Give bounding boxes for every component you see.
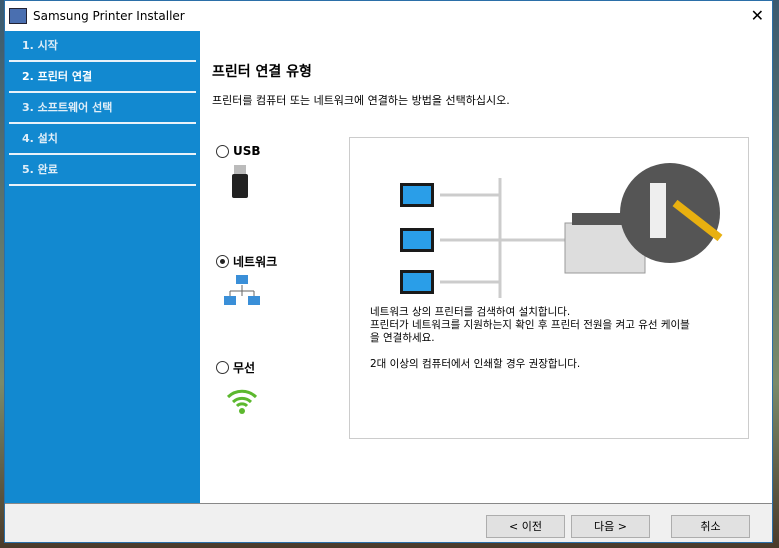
step-software: 3. 소프트웨어 선택	[9, 93, 196, 124]
main-content: 프린터 연결 유형 프린터를 컴퓨터 또는 네트워크에 연결하는 방법을 선택하…	[200, 31, 772, 503]
step-connection: 2. 프린터 연결	[9, 62, 196, 93]
option-network[interactable]: 네트워크	[216, 253, 277, 270]
panel-line: 을 연결하세요.	[370, 332, 435, 344]
wireless-icon	[226, 389, 258, 414]
title-bar: Samsung Printer Installer ✕	[5, 1, 772, 31]
step-install: 4. 설치	[9, 124, 196, 155]
steps-sidebar: 1. 시작 2. 프린터 연결 3. 소프트웨어 선택 4. 설치 5. 완료	[5, 31, 200, 503]
panel-line: 프린터가 네트워크를 지원하는지 확인 후 프린터 전원을 켜고 유선 케이블	[370, 319, 690, 331]
app-icon	[9, 8, 27, 24]
option-label: 무선	[233, 361, 256, 375]
cancel-button[interactable]: 취소	[671, 515, 750, 538]
panel-text: 네트워크 상의 프린터를 검색하여 설치합니다. 프린터가 네트워크를 지원하는…	[370, 306, 690, 371]
next-button[interactable]: 다음 >	[571, 515, 650, 538]
option-label: 네트워크	[233, 255, 278, 269]
usb-icon	[232, 165, 248, 198]
radio-wireless[interactable]	[216, 361, 229, 374]
step-finish: 5. 완료	[9, 155, 196, 186]
option-wireless[interactable]: 무선	[216, 359, 255, 376]
close-icon[interactable]: ✕	[751, 6, 764, 25]
option-label: USB	[233, 144, 261, 158]
panel-line: 네트워크 상의 프린터를 검색하여 설치합니다.	[370, 306, 571, 318]
network-illustration	[400, 163, 723, 298]
panel-line: 2대 이상의 컴퓨터에서 인쇄할 경우 권장합니다.	[370, 358, 581, 370]
radio-usb[interactable]	[216, 144, 229, 158]
network-icon	[224, 275, 260, 305]
back-button[interactable]: < 이전	[486, 515, 565, 538]
radio-network[interactable]	[216, 255, 229, 268]
step-start: 1. 시작	[9, 31, 196, 62]
installer-window: Samsung Printer Installer ✕ 1. 시작 2. 프린터…	[4, 0, 773, 543]
window-title: Samsung Printer Installer	[33, 9, 185, 23]
footer-bar: < 이전 다음 > 취소	[5, 503, 772, 542]
info-panel: 네트워크 상의 프린터를 검색하여 설치합니다. 프린터가 네트워크를 지원하는…	[349, 137, 749, 439]
page-title: 프린터 연결 유형	[212, 64, 312, 80]
option-usb[interactable]: USB	[216, 144, 261, 158]
page-description: 프린터를 컴퓨터 또는 네트워크에 연결하는 방법을 선택하십시오.	[212, 94, 510, 107]
